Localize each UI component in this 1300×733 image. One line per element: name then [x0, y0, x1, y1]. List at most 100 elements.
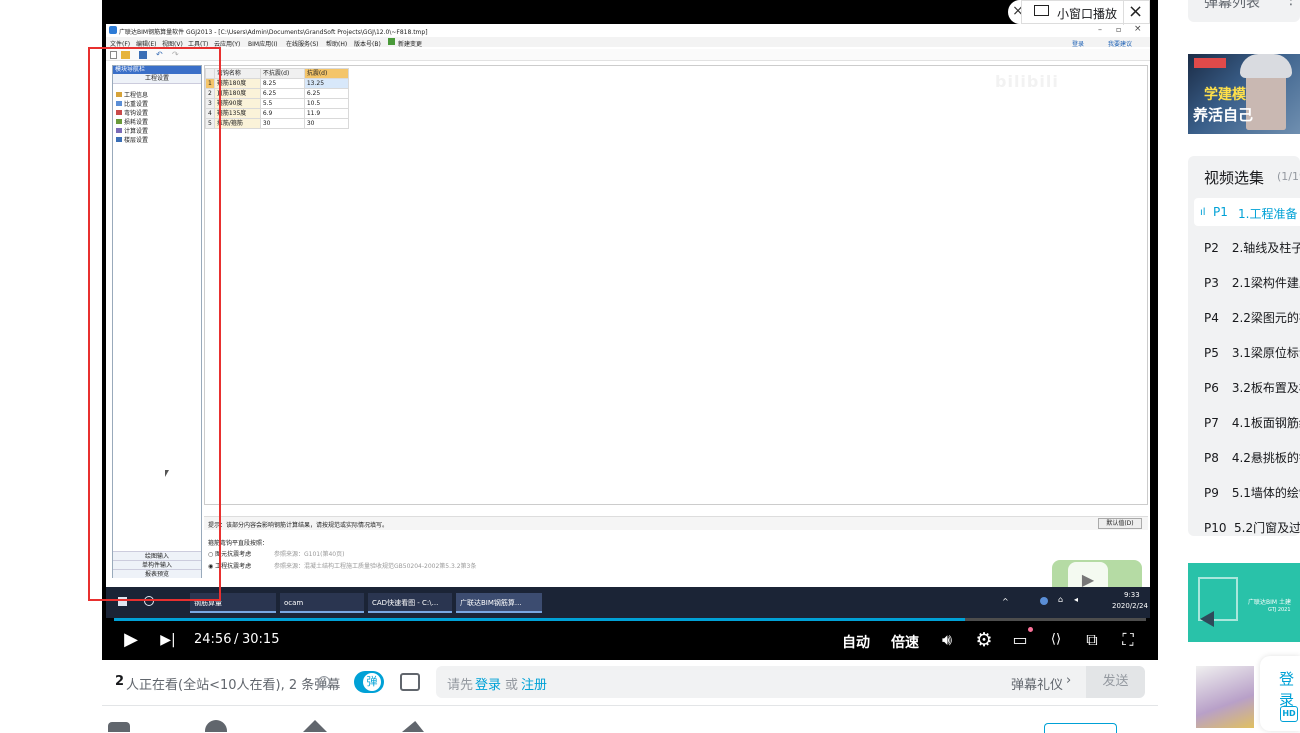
danmaku-etiquette-link[interactable]: 弹幕礼仪: [1011, 674, 1063, 693]
danmaku-input[interactable]: 请先 登录 或 注册 弹幕礼仪 ›: [436, 666, 1086, 698]
recommended-video-card[interactable]: 广联达BIM 土建 GTJ 2021: [1188, 563, 1300, 642]
tray-shield-icon: [1040, 597, 1048, 605]
video-player[interactable]: 广联达BIM钢筋算量软件 GGJ2013 - [C:\Users\Admin\D…: [102, 0, 1158, 660]
taskbar-app-ocam[interactable]: ocam: [280, 593, 364, 613]
danmaku-list-label: 弹幕列表: [1204, 0, 1260, 11]
playlist-item[interactable]: P3 2.1梁构件建立: [1204, 274, 1300, 294]
table-cell[interactable]: 直筋180度: [213, 88, 261, 99]
playlist-item-active[interactable]: ıl P1 1.工程准备: [1194, 198, 1300, 226]
menu-online[interactable]: 在线服务(S): [286, 39, 319, 48]
playlist-item[interactable]: P7 4.1板面钢筋绘: [1204, 414, 1300, 434]
follow-button[interactable]: [1044, 723, 1117, 733]
register-link[interactable]: 注册: [521, 674, 547, 693]
chevron-right-icon: ›: [1066, 673, 1072, 688]
playlist-num: P6: [1204, 381, 1219, 395]
playlist-item[interactable]: P10 5.2门窗及过: [1204, 519, 1300, 536]
web-fullscreen-icon[interactable]: ⧉: [1081, 629, 1103, 651]
table-row[interactable]: 5 拉筋/箍筋 30 30: [205, 118, 349, 129]
table-row[interactable]: 3 箍筋90度 5.5 10.5: [205, 98, 349, 109]
minimize-icon[interactable]: –: [1098, 25, 1102, 34]
table-cell[interactable]: 箍筋90度: [213, 98, 261, 109]
playlist-num: P4: [1204, 311, 1219, 325]
table-header-cell: 不抗震(d): [259, 68, 305, 79]
time-separator: /: [234, 632, 239, 647]
table-row[interactable]: 2 直筋180度 6.25 6.25: [205, 88, 349, 99]
table-cell[interactable]: 8.25: [259, 78, 305, 89]
playlist-item[interactable]: P4 2.2梁图元的布: [1204, 309, 1300, 329]
coin-icon[interactable]: [205, 720, 227, 732]
login-popup-text[interactable]: 登录: [1279, 668, 1300, 710]
mini-window-bar[interactable]: 小窗口播放 ×: [1021, 0, 1150, 25]
playlist-item[interactable]: P9 5.1墙体的绘制: [1204, 484, 1300, 504]
table-cell[interactable]: 6.25: [303, 88, 349, 99]
more-icon[interactable]: ⋮: [1284, 0, 1298, 8]
table-cell[interactable]: 箍筋135度: [213, 108, 261, 119]
hint-text: 提示：该部分内容会影响钢筋计算结果，请按规范或实际情况填写。: [208, 522, 389, 529]
table-cell[interactable]: 6.25: [259, 88, 305, 99]
volume-icon[interactable]: 🔊︎: [936, 629, 958, 651]
table-cell[interactable]: 10.5: [303, 98, 349, 109]
playlist-item[interactable]: P2 2.轴线及柱子: [1204, 239, 1300, 259]
default-value-button[interactable]: 默认值(D): [1098, 518, 1142, 529]
rec-card-sub: GTJ 2021: [1268, 607, 1291, 613]
taskbar-app-label: ocam: [284, 599, 304, 607]
table-cell[interactable]: 6.9: [259, 108, 305, 119]
suggestion-link[interactable]: 我要建议: [1108, 39, 1132, 48]
table-cell[interactable]: 13.25: [303, 78, 349, 89]
ad-banner[interactable]: 学建模 养活自己: [1188, 54, 1300, 134]
help-icon[interactable]: ?: [318, 676, 330, 688]
taskbar-app-ggj[interactable]: 广联达BIM钢筋算...: [456, 593, 542, 613]
fullscreen-icon[interactable]: ⛶: [1117, 629, 1139, 651]
table-cell[interactable]: 30: [303, 118, 349, 129]
table-cell[interactable]: 5.5: [259, 98, 305, 109]
login-popup[interactable]: 登录 HD: [1260, 656, 1300, 731]
maximize-icon[interactable]: ▫: [1116, 25, 1121, 34]
menu-version[interactable]: 版本号(B): [354, 39, 381, 48]
menu-bim[interactable]: BIM应用(I): [248, 39, 278, 48]
danmaku-toggle[interactable]: 弹: [354, 671, 384, 693]
login-link[interactable]: 登录: [1072, 39, 1084, 48]
table-row[interactable]: 4 箍筋135度 6.9 11.9: [205, 108, 349, 119]
progress-bar[interactable]: [114, 618, 1146, 621]
table-row[interactable]: 1 箍筋180度 8.25 13.25: [205, 78, 349, 89]
close-mini-icon[interactable]: ×: [1128, 1, 1143, 22]
mini-window-icon: [1034, 5, 1049, 16]
danmaku-list-bar[interactable]: 弹幕列表 ⋮: [1188, 0, 1300, 22]
tray-volume-icon[interactable]: ◂: [1074, 595, 1078, 604]
recommended-video-card[interactable]: 登录 HD: [1188, 656, 1300, 731]
favorite-icon[interactable]: [303, 720, 327, 732]
software-titlebar: 广联达BIM钢筋算量软件 GGJ2013 - [C:\Users\Admin\D…: [106, 24, 1150, 36]
login-link[interactable]: 登录: [475, 674, 501, 693]
playlist-item[interactable]: P6 3.2板布置及板: [1204, 379, 1300, 399]
taskbar-app-cad[interactable]: CAD快速看图 - C:\...: [368, 593, 452, 613]
danmaku-settings-icon[interactable]: [400, 673, 420, 691]
send-button[interactable]: 发送: [1086, 666, 1145, 698]
playlist-count: (1/19): [1277, 170, 1300, 183]
quality-button[interactable]: 自动: [842, 632, 870, 652]
close-icon[interactable]: ×: [1134, 24, 1142, 34]
tray-network-icon[interactable]: ⌂: [1058, 595, 1063, 604]
hook-option-group: 箍筋弯钩平直段按照： ○ 图元抗震考虑 参照来源：G101(第40页) ◉ 工程…: [204, 532, 1148, 578]
next-icon[interactable]: ▶|: [157, 629, 179, 651]
pip-icon[interactable]: ▭: [1009, 629, 1031, 651]
table-cell[interactable]: 11.9: [303, 108, 349, 119]
speed-button[interactable]: 倍速: [891, 632, 919, 652]
widescreen-icon[interactable]: ⟨⟩: [1045, 629, 1067, 651]
playlist-item[interactable]: P8 4.2悬挑板的钢: [1204, 449, 1300, 469]
ad-badge: [1194, 58, 1226, 68]
highlight-rectangle: [88, 47, 221, 601]
play-icon[interactable]: ▶: [120, 629, 142, 651]
or-text: 或: [505, 678, 519, 693]
menu-help[interactable]: 帮助(H): [326, 39, 347, 48]
menu-new-change[interactable]: 新建变更: [398, 39, 422, 48]
share-icon[interactable]: [402, 721, 424, 732]
playlist-num: P3: [1204, 276, 1219, 290]
clock-date: 2020/2/24: [1112, 602, 1148, 610]
playlist-item[interactable]: P5 3.1梁原位标注: [1204, 344, 1300, 364]
video-frame[interactable]: 广联达BIM钢筋算量软件 GGJ2013 - [C:\Users\Admin\D…: [106, 24, 1150, 618]
settings-gear-icon[interactable]: ⚙: [973, 629, 995, 651]
table-cell[interactable]: 箍筋180度: [213, 78, 261, 89]
table-cell[interactable]: 30: [259, 118, 305, 129]
table-cell[interactable]: 拉筋/箍筋: [213, 118, 261, 129]
tray-chevron-icon[interactable]: ^: [1002, 597, 1009, 606]
